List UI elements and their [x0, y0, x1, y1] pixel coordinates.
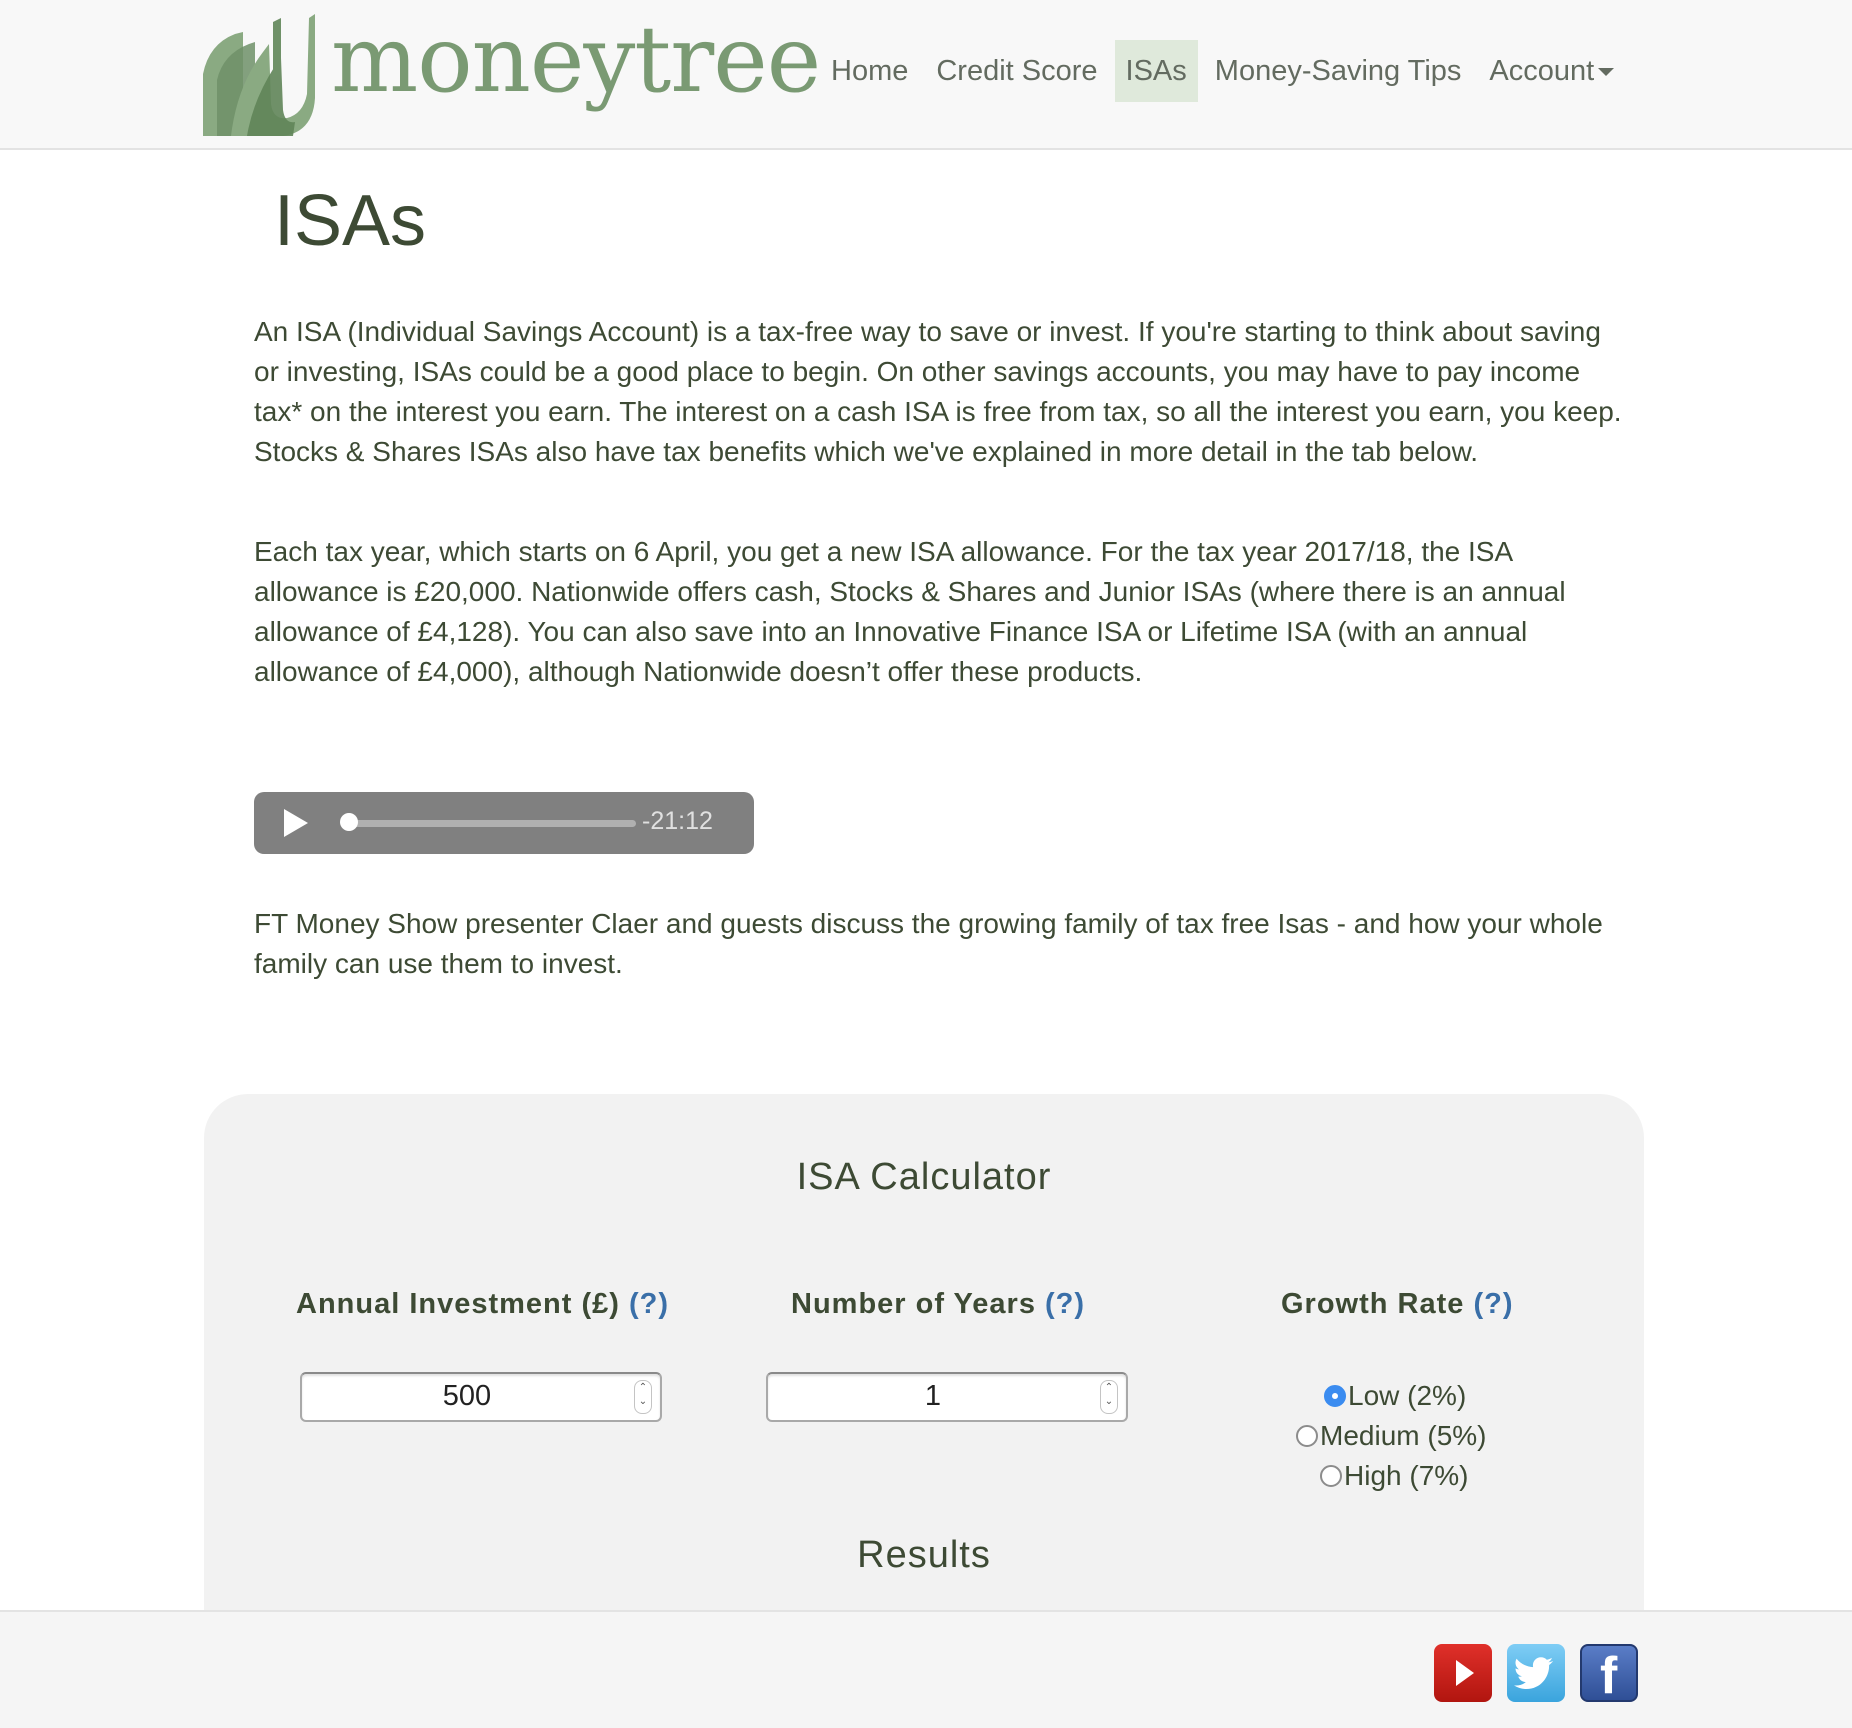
- nav-isas[interactable]: ISAs: [1114, 40, 1198, 102]
- growth-option-medium-label: Medium (5%): [1320, 1420, 1487, 1451]
- years-input[interactable]: 1 ⌃ ⌄: [766, 1372, 1128, 1422]
- audio-player: -21:12: [254, 792, 754, 854]
- annual-investment-value: 500: [442, 1380, 492, 1412]
- growth-rate-help-link[interactable]: (?): [1473, 1288, 1513, 1320]
- main-nav: Home Credit Score ISAs Money-Saving Tips…: [820, 40, 1631, 102]
- facebook-f-icon: f: [1600, 1647, 1618, 1705]
- nav-account-dropdown[interactable]: Account: [1478, 40, 1625, 102]
- growth-option-high[interactable]: High (7%): [1320, 1460, 1468, 1492]
- nav-account-label: Account: [1489, 55, 1595, 87]
- annual-investment-label: Annual Investment (£) (?): [296, 1288, 669, 1321]
- years-label: Number of Years (?): [791, 1288, 1085, 1321]
- twitter-bird-icon: [1513, 1657, 1554, 1689]
- growth-option-medium[interactable]: Medium (5%): [1296, 1420, 1486, 1452]
- play-icon[interactable]: [284, 809, 308, 837]
- top-navbar: moneytree Home Credit Score ISAs Money-S…: [0, 0, 1852, 150]
- annual-investment-stepper[interactable]: ⌃ ⌄: [634, 1380, 652, 1414]
- youtube-play-icon: [1456, 1660, 1474, 1686]
- page-title: ISAs: [274, 181, 427, 261]
- youtube-icon[interactable]: [1434, 1644, 1492, 1702]
- growth-option-low-label: Low (2%): [1348, 1380, 1467, 1411]
- nav-home[interactable]: Home: [820, 40, 919, 102]
- audio-scrubber-handle[interactable]: [340, 813, 358, 831]
- audio-progress-track[interactable]: [346, 820, 636, 827]
- growth-rate-label-text: Growth Rate: [1281, 1288, 1465, 1320]
- radio-low[interactable]: [1324, 1385, 1346, 1407]
- footer: f: [0, 1610, 1852, 1728]
- growth-rate-label: Growth Rate (?): [1281, 1288, 1514, 1321]
- intro-paragraph: An ISA (Individual Savings Account) is a…: [254, 316, 1622, 467]
- nav-credit-score[interactable]: Credit Score: [925, 40, 1108, 102]
- facebook-icon[interactable]: f: [1580, 1644, 1638, 1702]
- years-label-text: Number of Years: [791, 1288, 1036, 1320]
- brand-name: moneytree: [331, 6, 821, 113]
- years-stepper[interactable]: ⌃ ⌄: [1100, 1380, 1118, 1414]
- nav-money-saving-tips[interactable]: Money-Saving Tips: [1204, 40, 1473, 102]
- radio-high[interactable]: [1320, 1465, 1342, 1487]
- isa-calculator-panel: ISA Calculator Annual Investment (£) (?)…: [204, 1094, 1644, 1614]
- annual-investment-label-text: Annual Investment (£): [296, 1288, 620, 1320]
- allowance-paragraph: Each tax year, which starts on 6 April, …: [254, 536, 1566, 687]
- caret-down-icon: [1598, 68, 1615, 77]
- radio-medium[interactable]: [1296, 1425, 1318, 1447]
- twitter-icon[interactable]: [1507, 1644, 1565, 1702]
- years-help-link[interactable]: (?): [1045, 1288, 1085, 1320]
- moneytree-logo-icon: [203, 14, 315, 136]
- years-value: 1: [924, 1380, 942, 1412]
- audio-caption: FT Money Show presenter Claer and guests…: [254, 908, 1603, 979]
- annual-investment-input[interactable]: 500 ⌃ ⌄: [300, 1372, 662, 1422]
- annual-investment-help-link[interactable]: (?): [629, 1288, 669, 1320]
- audio-time-remaining: -21:12: [642, 807, 713, 835]
- results-title: Results: [857, 1534, 991, 1576]
- calculator-title: ISA Calculator: [796, 1156, 1052, 1198]
- growth-option-high-label: High (7%): [1344, 1460, 1469, 1491]
- growth-option-low[interactable]: Low (2%): [1324, 1380, 1466, 1412]
